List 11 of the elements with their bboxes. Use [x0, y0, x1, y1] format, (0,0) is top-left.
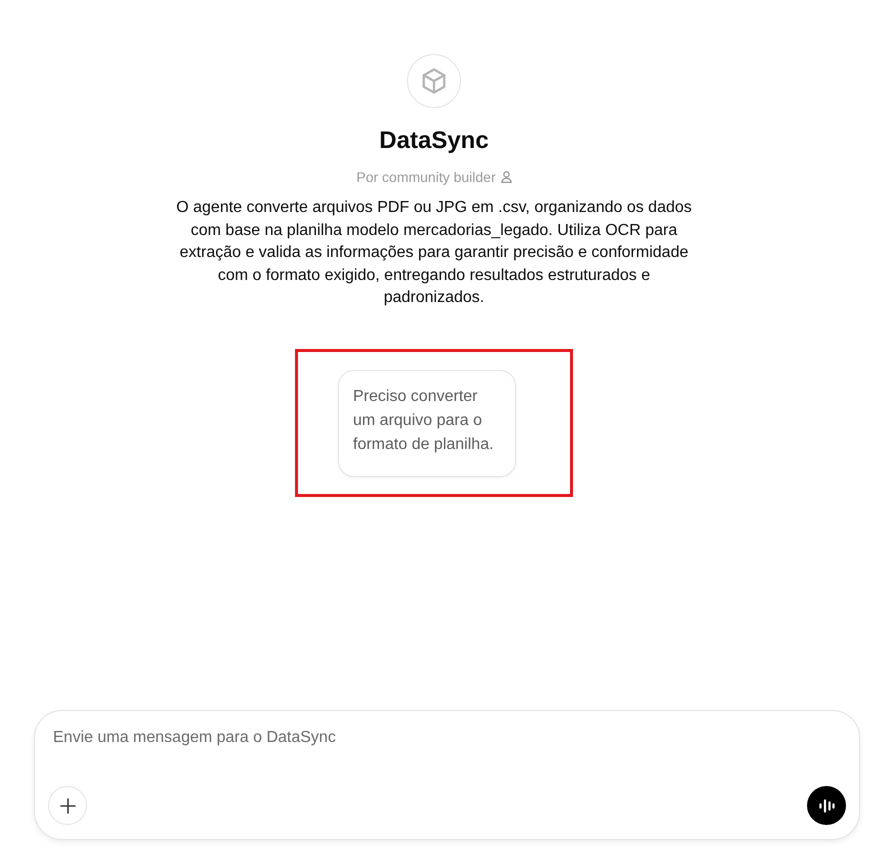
suggestion-card[interactable]: Preciso converter um arquivo para o formato de planilha. [338, 370, 516, 476]
assistant-name: DataSync [379, 126, 489, 156]
author-byline: Por community builder [356, 168, 496, 187]
assistant-logo-icon [407, 54, 461, 108]
attach-button[interactable] [48, 786, 87, 825]
voice-button[interactable] [807, 786, 846, 825]
assistant-description: O agente converte arquivos PDF ou JPG em .csv, organizando os dados com base na planilha modelo mercadorias_legado. Utiliza OCR para extração e valida as informações para garantir precisão e conformidade com o formato exigido, entregando resultados estruturados e padronizados. [175, 198, 693, 308]
person-icon [500, 171, 512, 183]
plus-icon [60, 798, 76, 814]
message-input[interactable]: Envie uma mensagem para o DataSync [53, 726, 846, 750]
waveform-icon [818, 798, 834, 812]
